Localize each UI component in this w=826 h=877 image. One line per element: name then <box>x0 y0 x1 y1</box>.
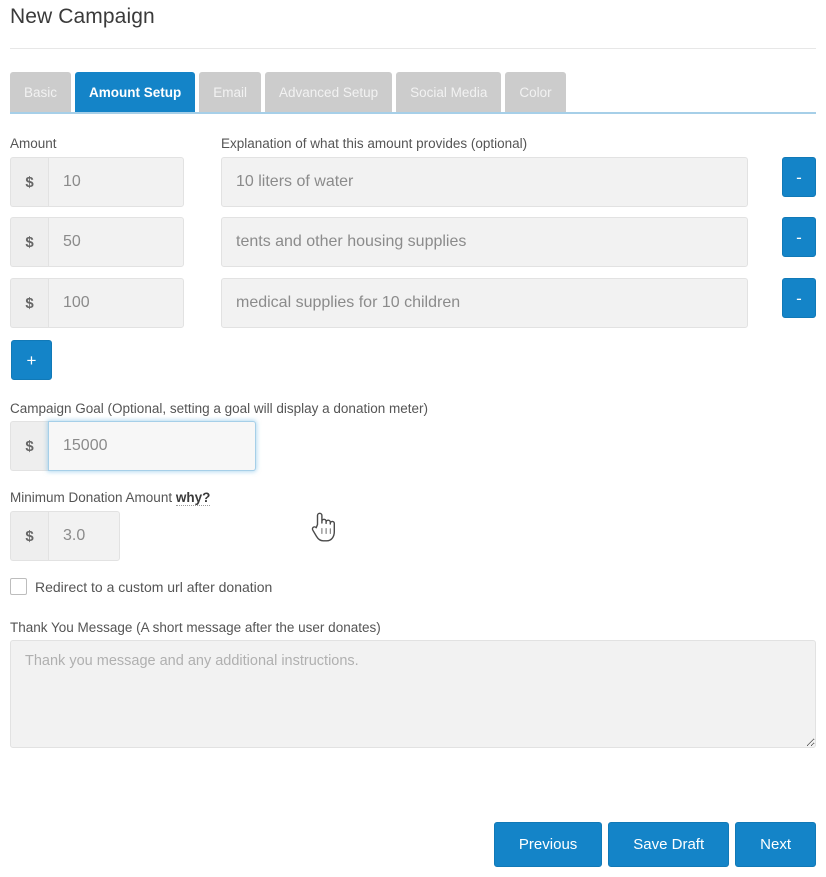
currency-symbol: $ <box>10 278 48 328</box>
tab-label: Social Media <box>410 85 488 100</box>
page-title: New Campaign <box>10 5 155 28</box>
amount-input-1[interactable] <box>48 157 184 207</box>
tab-underline <box>10 112 816 114</box>
explanation-input-3[interactable] <box>221 278 748 328</box>
redirect-checkbox-label: Redirect to a custom url after donation <box>35 578 273 595</box>
currency-symbol: $ <box>10 217 48 267</box>
minimum-donation-input[interactable] <box>48 511 120 561</box>
minimum-donation-label-text: Minimum Donation Amount <box>10 490 173 505</box>
campaign-goal-label: Campaign Goal (Optional, setting a goal … <box>10 401 428 416</box>
amount-input-group-1: $ <box>10 157 184 207</box>
currency-symbol: $ <box>10 421 48 471</box>
tab-basic[interactable]: Basic <box>10 72 72 113</box>
remove-amount-row-button-2[interactable]: - <box>782 217 816 257</box>
amount-input-group-2: $ <box>10 217 184 267</box>
previous-button[interactable]: Previous <box>493 822 603 867</box>
why-tooltip-link[interactable]: why? <box>175 490 211 506</box>
campaign-goal-input-group: $ <box>10 421 256 471</box>
remove-amount-row-button-3[interactable]: - <box>782 278 816 318</box>
next-button-label: Next <box>760 836 791 853</box>
explanation-column-label: Explanation of what this amount provides… <box>221 136 528 151</box>
amount-input-group-3: $ <box>10 278 184 328</box>
add-amount-row-button[interactable]: + <box>11 340 52 380</box>
minimum-donation-label: Minimum Donation Amount why? <box>10 490 211 506</box>
minus-icon: - <box>796 227 802 247</box>
plus-icon: + <box>26 350 37 370</box>
tab-advanced-setup[interactable]: Advanced Setup <box>265 72 393 113</box>
redirect-checkbox-row[interactable]: Redirect to a custom url after donation <box>10 578 272 595</box>
pointer-hand-cursor <box>310 510 336 544</box>
campaign-goal-input[interactable] <box>48 421 256 471</box>
minus-icon: - <box>796 288 802 308</box>
tab-label: Advanced Setup <box>279 85 379 100</box>
amount-column-label: Amount <box>10 136 57 151</box>
tab-social-media[interactable]: Social Media <box>396 72 502 113</box>
save-draft-button-label: Save Draft <box>633 836 705 853</box>
tab-email[interactable]: Email <box>199 72 262 113</box>
tab-label: Color <box>519 85 552 100</box>
redirect-checkbox[interactable] <box>10 578 27 595</box>
next-button[interactable]: Next <box>735 822 816 867</box>
footer-button-group: Previous Save Draft Next <box>493 822 816 867</box>
remove-amount-row-button-1[interactable]: - <box>782 157 816 197</box>
currency-symbol: $ <box>10 157 48 207</box>
previous-button-label: Previous <box>518 836 578 853</box>
tab-amount-setup[interactable]: Amount Setup <box>75 72 196 113</box>
amount-input-3[interactable] <box>48 278 184 328</box>
tab-label: Amount Setup <box>89 85 182 100</box>
currency-symbol: $ <box>10 511 48 561</box>
amount-input-2[interactable] <box>48 217 184 267</box>
minimum-donation-input-group: $ <box>10 511 120 561</box>
minus-icon: - <box>796 167 802 187</box>
explanation-input-1[interactable] <box>221 157 748 207</box>
thank-you-message-textarea[interactable] <box>10 640 816 748</box>
thank-you-message-label: Thank You Message (A short message after… <box>10 620 381 635</box>
title-divider <box>10 48 816 49</box>
tab-bar: Basic Amount Setup Email Advanced Setup … <box>10 72 570 113</box>
save-draft-button[interactable]: Save Draft <box>608 822 730 867</box>
explanation-input-2[interactable] <box>221 217 748 267</box>
tab-label: Email <box>213 85 248 100</box>
tab-label: Basic <box>24 85 58 100</box>
tab-color[interactable]: Color <box>505 72 566 113</box>
